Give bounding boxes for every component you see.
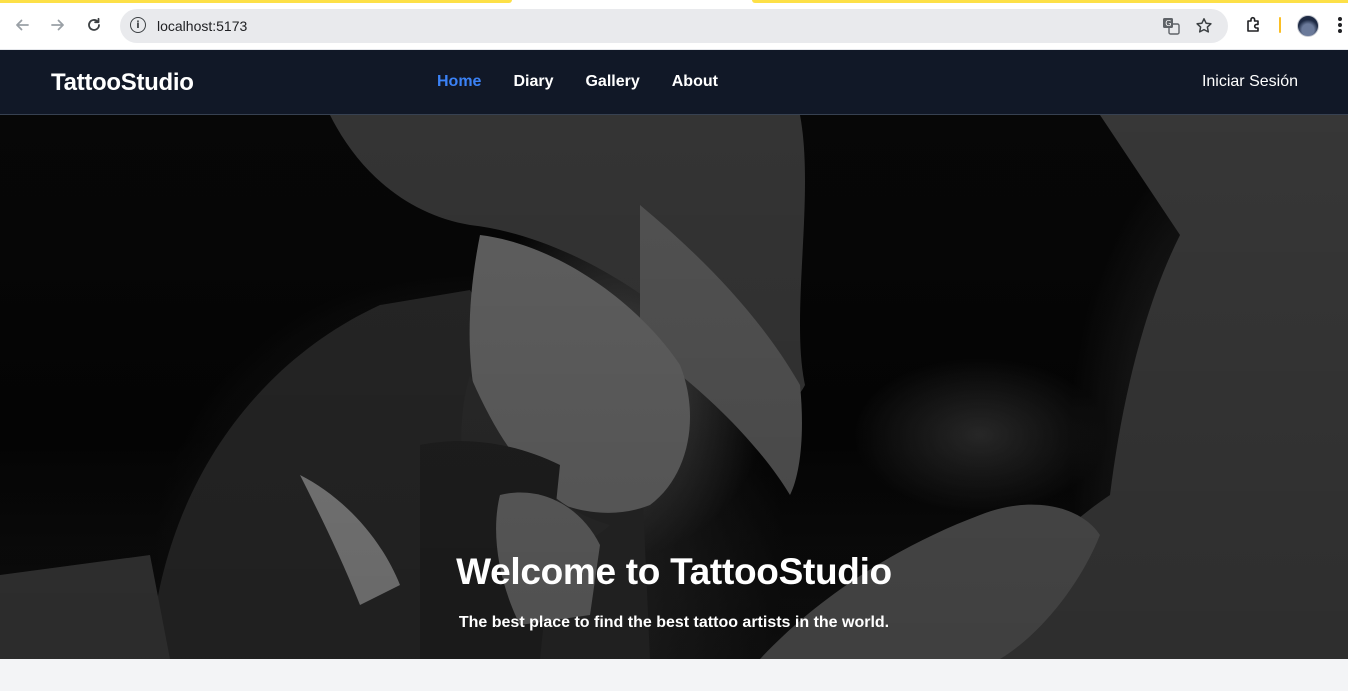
brand-logo[interactable]: TattooStudio: [51, 69, 194, 97]
tab-strip-accent: [0, 0, 512, 3]
tab-strip-accent: [752, 0, 1348, 3]
login-link[interactable]: Iniciar Sesión: [1202, 73, 1298, 91]
page-content-area: [0, 659, 1348, 691]
toolbar-divider: [1279, 17, 1281, 33]
browser-toolbar: i localhost:5173 G: [0, 0, 1348, 50]
nav-link-about[interactable]: About: [672, 73, 718, 91]
svg-text:G: G: [1165, 19, 1171, 28]
nav-link-diary[interactable]: Diary: [513, 73, 553, 91]
address-bar-url[interactable]: localhost:5173: [157, 18, 247, 34]
hero-section: Welcome to TattooStudio The best place t…: [0, 115, 1348, 659]
hero-title: Welcome to TattooStudio: [456, 551, 892, 592]
site-navbar: TattooStudio Home Diary Gallery About In…: [0, 50, 1348, 115]
forward-arrow-icon[interactable]: [46, 13, 70, 37]
hero-subtitle: The best place to find the best tattoo a…: [458, 614, 890, 631]
back-arrow-icon[interactable]: [10, 13, 34, 37]
nav-link-gallery[interactable]: Gallery: [585, 73, 639, 91]
site-info-icon[interactable]: i: [130, 17, 146, 33]
extensions-icon[interactable]: [1242, 13, 1266, 37]
reload-icon[interactable]: [82, 13, 106, 37]
bookmark-star-icon[interactable]: [1194, 16, 1214, 36]
translate-icon[interactable]: G: [1161, 16, 1181, 36]
profile-avatar[interactable]: [1297, 15, 1319, 37]
menu-dots-icon[interactable]: [1336, 14, 1344, 36]
address-bar[interactable]: i localhost:5173 G: [120, 9, 1228, 43]
nav-links: Home Diary Gallery About: [437, 73, 718, 91]
nav-link-home[interactable]: Home: [437, 73, 481, 91]
